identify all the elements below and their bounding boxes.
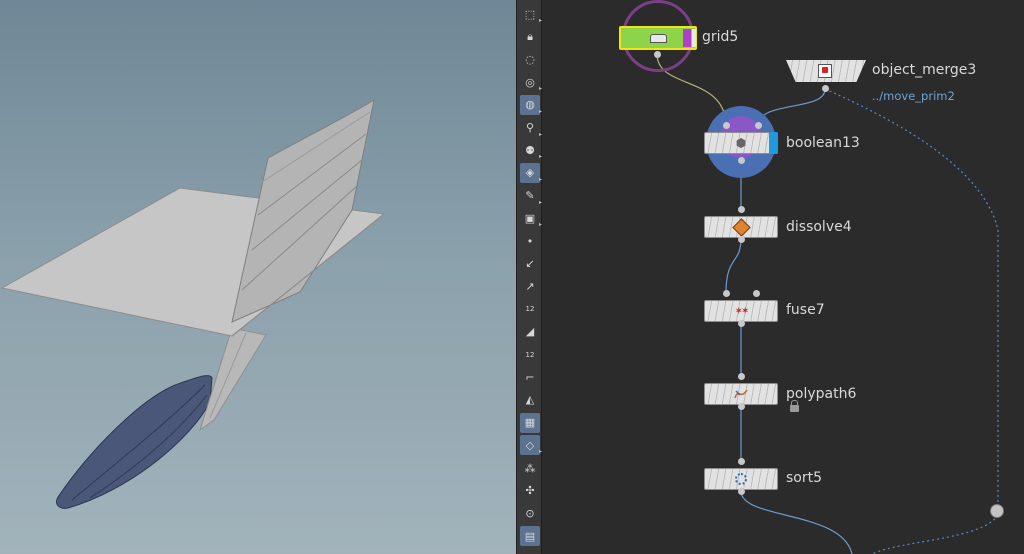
prim-normal-icon[interactable]: ◢ xyxy=(520,322,540,342)
node-object_merge3[interactable] xyxy=(786,60,866,82)
scene-viewport[interactable] xyxy=(0,0,516,554)
camera-icon-glyph: ◎ xyxy=(525,75,535,89)
fuse-icon: ✶✶ xyxy=(734,305,750,317)
corner-icon-glyph: ⌐ xyxy=(525,370,535,384)
paint-icon-glyph: ✎ xyxy=(525,189,535,203)
display-icon-glyph: ▤ xyxy=(524,529,536,543)
object-merge-icon xyxy=(818,64,832,78)
sort5-input[interactable] xyxy=(738,458,745,465)
corner-icon[interactable]: ⌐ xyxy=(520,367,540,387)
polypath-icon xyxy=(733,386,749,402)
lock-icon-glyph: 🔒︎ xyxy=(527,29,533,43)
display-toolbar: ⬚ ▸ 🔒︎ ◌ ◎ ▸ ◍ ▸ ⚲ ▸ ⚉ ▸ ◈ ▸ ✎ ▸ ▣ ▸ • ↙ ↗ 12 ◢ 12 ⌐ ◭ ▦ ◇ ▸ ⁂ ✣ ⊙ ▤ xyxy=(516,0,542,554)
light-icon[interactable]: ◍ ▸ xyxy=(520,94,542,115)
node-label: object_merge3 xyxy=(872,62,977,78)
sort5-output[interactable] xyxy=(738,488,745,495)
selected-blade-shape xyxy=(55,375,213,509)
dissolve4-output[interactable] xyxy=(738,236,745,243)
axis-icon[interactable]: ✣ xyxy=(520,481,540,501)
node-label: sort5 xyxy=(786,470,823,486)
light-icon-glyph: ◍ xyxy=(525,98,535,112)
camera-icon[interactable]: ◎ ▸ xyxy=(520,72,542,93)
network-editor[interactable]: grid5 object_merge3 ../move_prim2 ⬢ bool… xyxy=(542,0,1024,554)
normal-icon[interactable]: ↙ xyxy=(520,254,540,274)
node-sort5[interactable] xyxy=(704,468,778,490)
boolean-icon: ⬢ xyxy=(735,136,747,150)
light-bulb-icon[interactable]: ⚲ ▸ xyxy=(520,118,542,138)
geo-light-icon[interactable]: ⚉ ▸ xyxy=(520,140,542,161)
shading-icon[interactable]: ◈ ▸ xyxy=(520,162,542,183)
tool-number-label: 12 xyxy=(525,305,535,314)
dissolve4-input[interactable] xyxy=(738,206,745,213)
uv-icon-glyph: ◇ xyxy=(525,438,535,452)
prim-normal-icon-glyph: ◢ xyxy=(525,325,535,339)
select-icon[interactable]: ⬚ ▸ xyxy=(520,4,542,25)
vertex-normal-icon-glyph: ↗ xyxy=(525,279,535,293)
node-label: grid5 xyxy=(702,29,739,45)
node-label: boolean13 xyxy=(786,135,860,151)
node-label: dissolve4 xyxy=(786,219,852,235)
ghost-icon[interactable]: ◌ xyxy=(520,49,540,69)
node-fuse7[interactable]: ✶✶ xyxy=(704,300,778,322)
viewport-geometry xyxy=(0,98,386,509)
grid5-output[interactable] xyxy=(654,51,661,58)
node-polypath6[interactable] xyxy=(704,383,778,405)
point-number-icon[interactable]: 12 xyxy=(520,299,540,319)
template-icon[interactable]: ▣ ▸ xyxy=(520,208,542,229)
boolean13-input-a[interactable] xyxy=(723,122,730,129)
snap-icon-glyph: ⊙ xyxy=(525,506,535,520)
node-dissolve4[interactable] xyxy=(704,216,778,238)
template-icon-glyph: ▣ xyxy=(524,211,536,225)
geo-light-icon-glyph: ⚉ xyxy=(525,143,535,157)
node-wires xyxy=(656,53,999,554)
light-bulb-icon-glyph: ⚲ xyxy=(525,121,535,134)
checker-icon-glyph: ▦ xyxy=(524,416,536,430)
polypath6-output[interactable] xyxy=(738,403,745,410)
group-icon[interactable]: ⁂ xyxy=(520,458,540,478)
checker-icon[interactable]: ▦ xyxy=(520,412,540,433)
lock-icon[interactable]: 🔒︎ xyxy=(520,27,540,47)
paint-icon[interactable]: ✎ ▸ xyxy=(520,186,542,206)
node-sublabel: ../move_prim2 xyxy=(872,89,955,103)
axis-icon-glyph: ✣ xyxy=(525,484,535,498)
boolean13-input-b[interactable] xyxy=(755,122,762,129)
surface-icon-glyph: ◭ xyxy=(525,393,535,407)
vertex-normal-icon[interactable]: ↗ xyxy=(520,276,540,296)
normal-icon-glyph: ↙ xyxy=(525,257,535,271)
snap-icon[interactable]: ⊙ xyxy=(520,503,540,523)
node-label: fuse7 xyxy=(786,302,825,318)
display-flag[interactable] xyxy=(769,132,778,154)
tool-number-label: 12 xyxy=(525,350,535,359)
shading-icon-glyph: ◈ xyxy=(525,166,535,180)
dissolve-icon xyxy=(731,217,751,237)
boolean13-output[interactable] xyxy=(738,157,745,164)
grid-icon xyxy=(650,34,667,43)
point-icon-glyph: • xyxy=(526,234,534,248)
node-boolean13[interactable]: ⬢ xyxy=(704,132,778,154)
ghost-icon-glyph: ◌ xyxy=(525,52,535,66)
fuse7-input-b[interactable] xyxy=(753,290,760,297)
select-icon-glyph: ⬚ xyxy=(524,7,536,21)
display-icon[interactable]: ▤ xyxy=(520,526,540,547)
fuse7-input-a[interactable] xyxy=(723,290,730,297)
prim-number-icon[interactable]: 12 xyxy=(520,345,540,365)
surface-icon[interactable]: ◭ xyxy=(520,390,540,410)
polypath6-input[interactable] xyxy=(738,373,745,380)
wire-dot-handle[interactable] xyxy=(990,504,1004,518)
fuse7-output[interactable] xyxy=(738,320,745,327)
sort-icon xyxy=(733,471,749,487)
point-icon[interactable]: • xyxy=(520,231,540,251)
node-grid5[interactable] xyxy=(619,26,697,50)
group-icon-glyph: ⁂ xyxy=(524,461,536,475)
lock-icon[interactable] xyxy=(790,400,799,412)
uv-icon[interactable]: ◇ ▸ xyxy=(520,435,542,456)
object_merge3-output[interactable] xyxy=(822,85,829,92)
